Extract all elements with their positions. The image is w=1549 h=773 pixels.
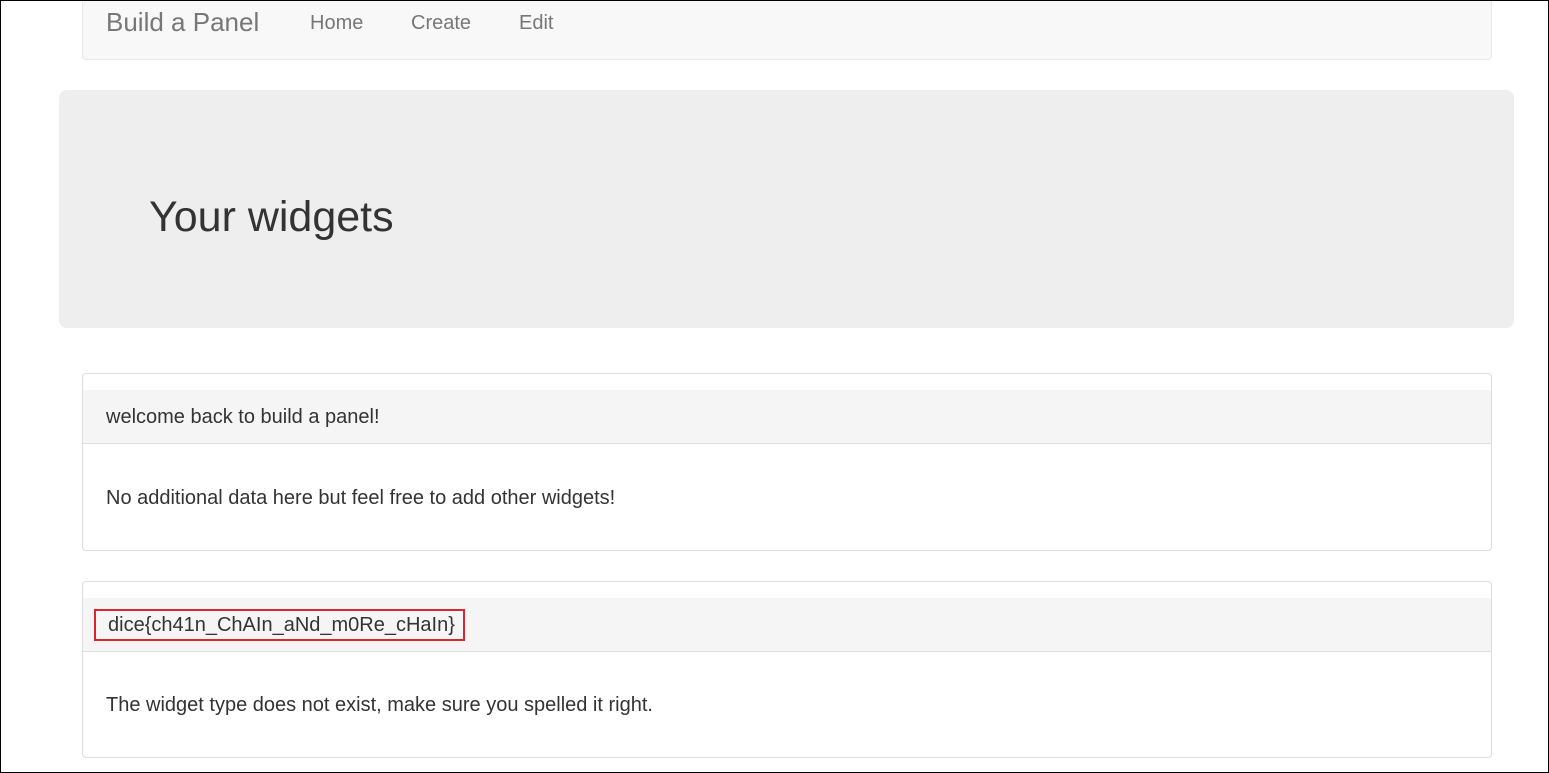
brand-link[interactable]: Build a Panel — [106, 7, 259, 37]
widget-body: No additional data here but feel free to… — [106, 487, 616, 509]
page-title: Your widgets — [149, 193, 394, 241]
jumbotron: Your widgets — [59, 90, 1514, 328]
widget-title: welcome back to build a panel! — [106, 406, 380, 428]
nav-link-home[interactable]: Home — [310, 11, 363, 35]
widget-panel: dice{ch41n_ChAIn_aNd_m0Re_cHaIn} The wid… — [82, 581, 1492, 758]
nav-link-edit[interactable]: Edit — [519, 11, 553, 35]
widget-body: The widget type does not exist, make sur… — [106, 694, 653, 716]
widget-panel: welcome back to build a panel! No additi… — [82, 373, 1492, 551]
nav-link-create[interactable]: Create — [411, 11, 471, 35]
navbar: Build a Panel Home Create Edit — [82, 0, 1492, 60]
widget-heading: welcome back to build a panel! — [83, 390, 1491, 444]
widget-title-highlighted: dice{ch41n_ChAIn_aNd_m0Re_cHaIn} — [94, 609, 465, 641]
widget-heading: dice{ch41n_ChAIn_aNd_m0Re_cHaIn} — [83, 598, 1491, 652]
